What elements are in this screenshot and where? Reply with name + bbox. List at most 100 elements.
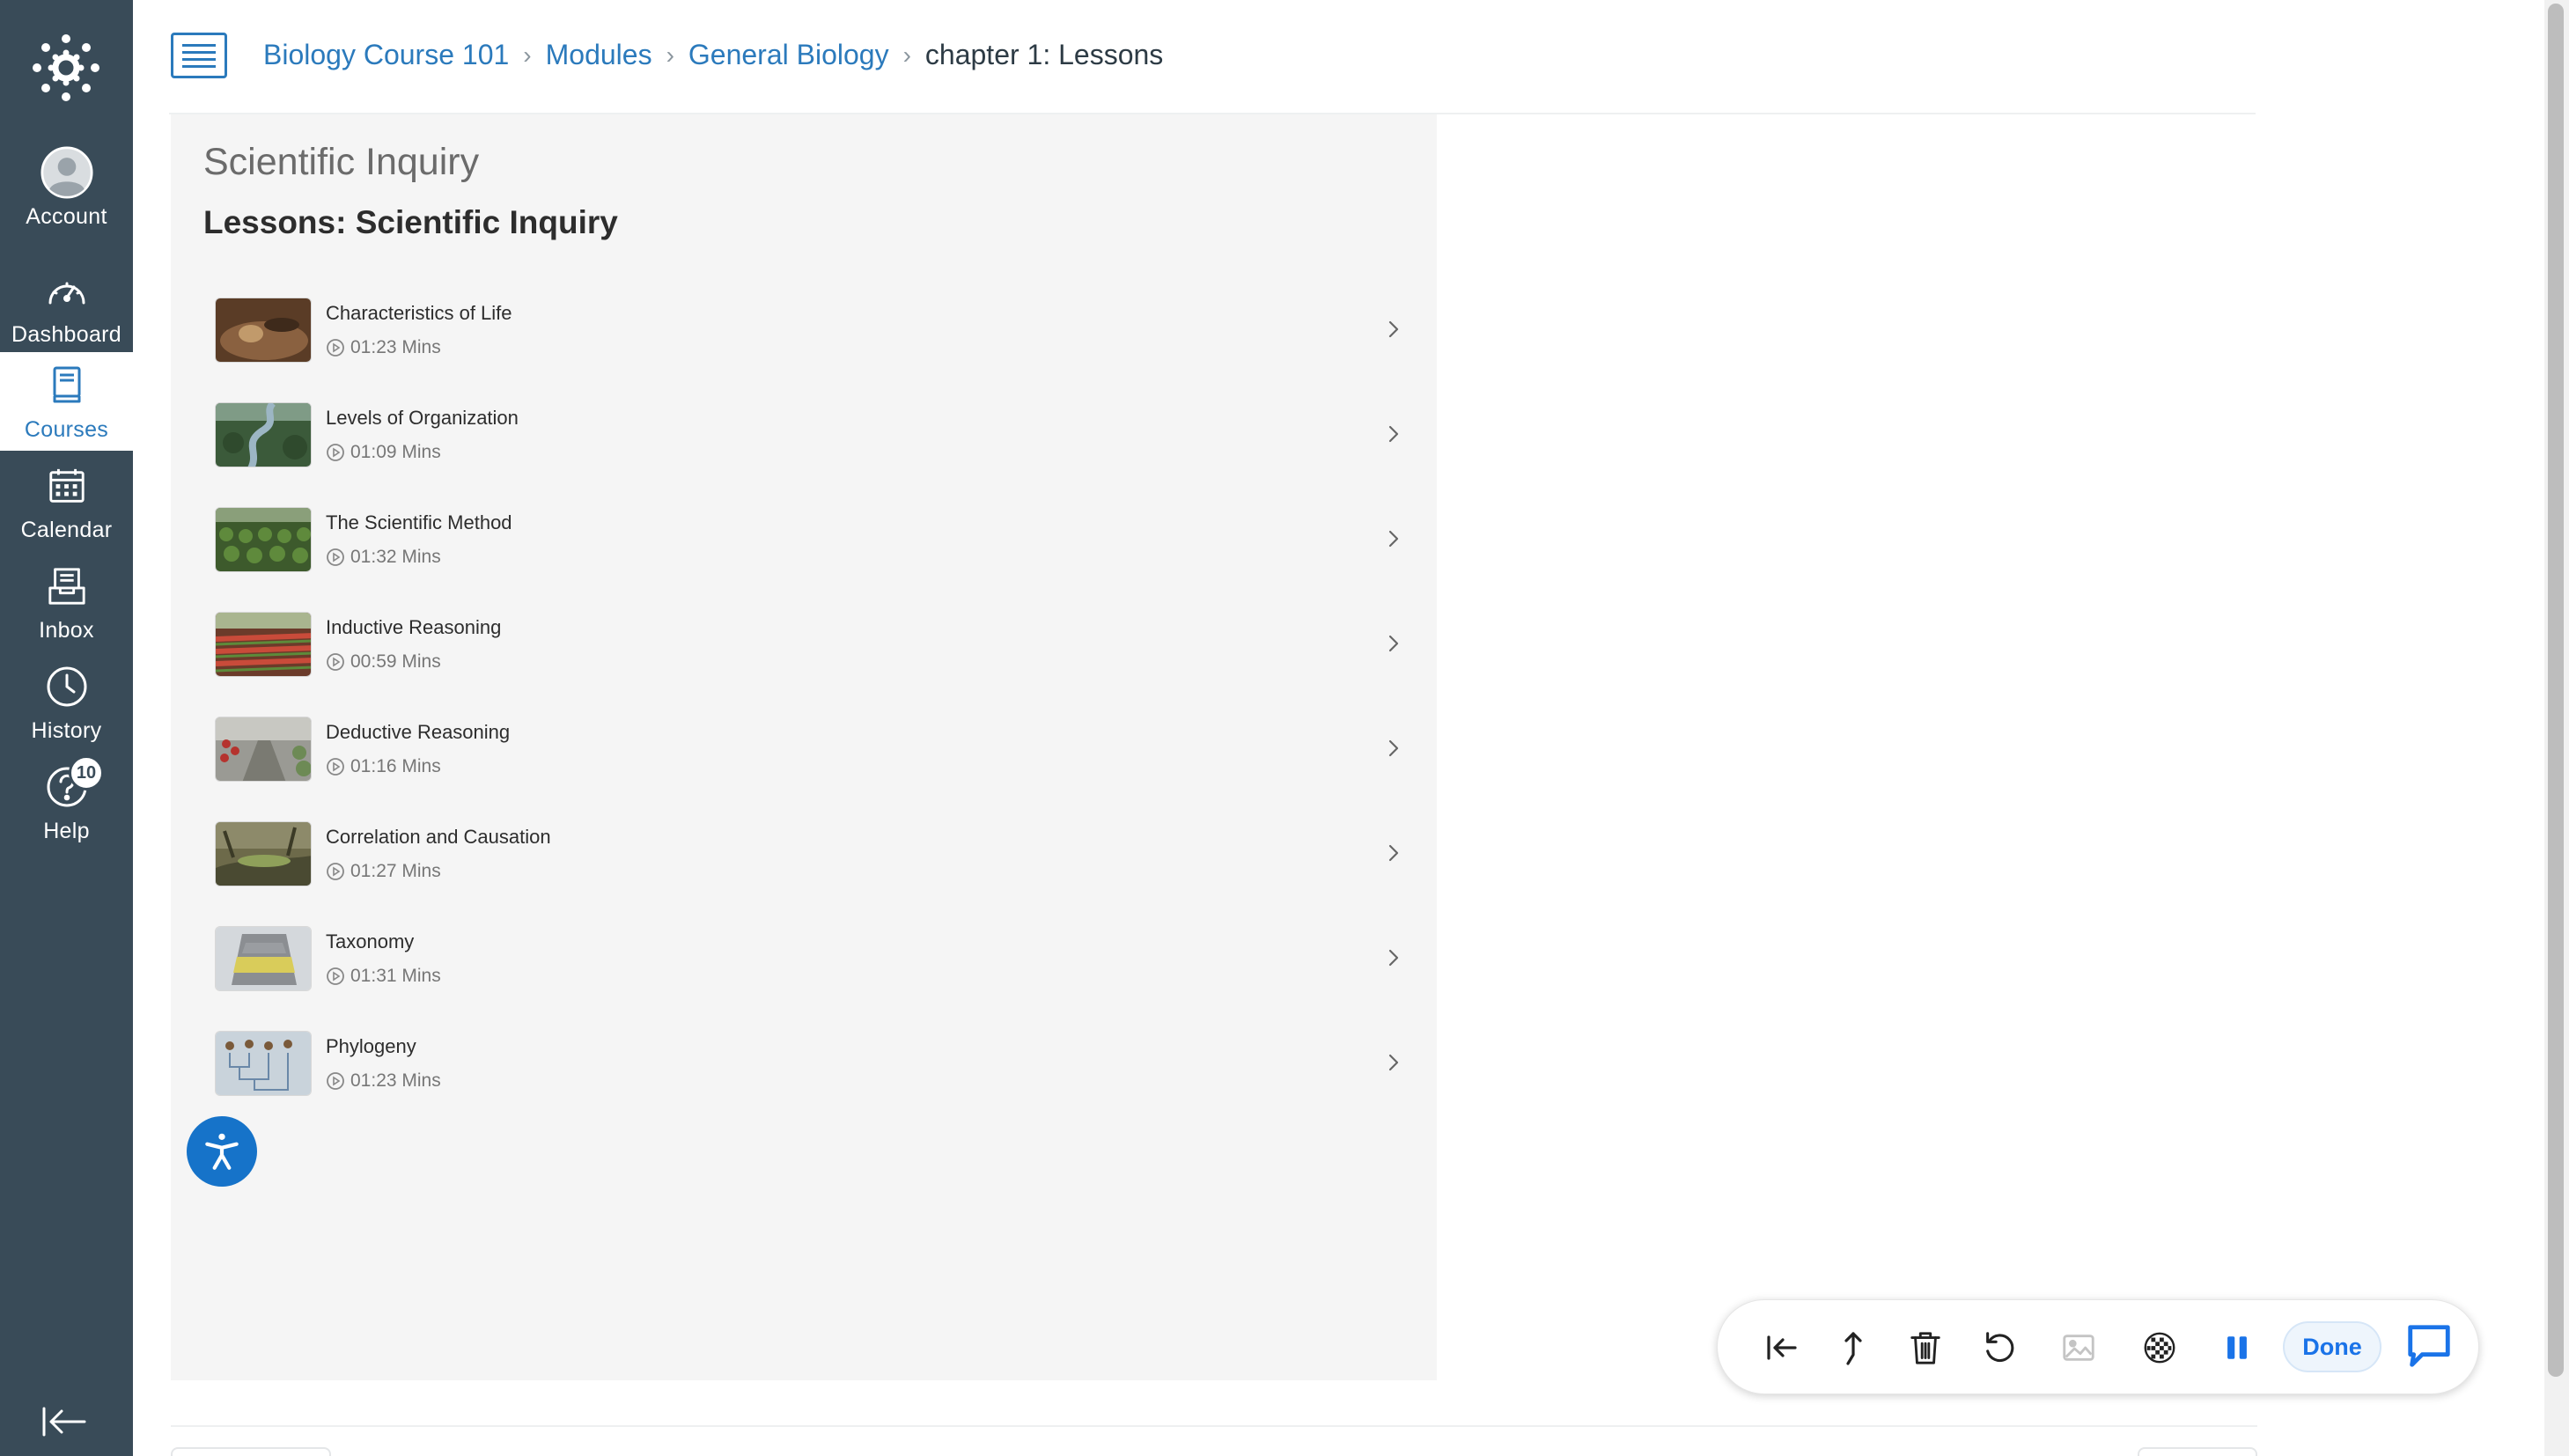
lesson-item[interactable]: Phylogeny 01:23 Mins <box>215 1011 1412 1115</box>
lesson-title: Levels of Organization <box>326 406 519 429</box>
breadcrumb-current: chapter 1: Lessons <box>924 39 1164 70</box>
pause-icon <box>2227 1336 2247 1359</box>
scrollbar-thumb[interactable] <box>2548 4 2564 1377</box>
restart-button[interactable] <box>1976 1325 2022 1371</box>
play-circle-icon <box>327 548 344 566</box>
previous-button-edge[interactable] <box>171 1447 331 1456</box>
chevron-right-icon <box>1388 425 1399 443</box>
page-subtitle: Lessons: Scientific Inquiry <box>203 204 618 240</box>
blur-button[interactable] <box>2137 1325 2183 1371</box>
done-button[interactable]: Done <box>2283 1321 2381 1372</box>
breadcrumb-modules[interactable]: Modules <box>546 39 652 71</box>
nav-label-dashboard: Dashboard <box>11 322 121 347</box>
dashboard-gauge-icon <box>40 264 93 317</box>
play-circle-icon <box>327 652 344 671</box>
lesson-thumbnail <box>215 1030 312 1096</box>
move-up-button[interactable] <box>1830 1325 1876 1371</box>
breadcrumb-separator-icon: › <box>666 40 674 69</box>
nav-item-account[interactable]: Account <box>0 139 133 238</box>
lessons-panel: Scientific Inquiry Lessons: Scientific I… <box>171 114 1437 1380</box>
lesson-duration-text: 01:27 Mins <box>350 860 441 881</box>
page-scrollbar[interactable] <box>2544 0 2569 1456</box>
lesson-duration-text: 01:16 Mins <box>350 755 441 776</box>
nav-item-history[interactable]: History <box>0 653 133 752</box>
nav-item-inbox[interactable]: Inbox <box>0 553 133 651</box>
app-root: Account Dashboard Courses Calendar Inbox… <box>0 0 2569 1456</box>
arrow-up-curve-icon <box>1844 1332 1862 1365</box>
accessibility-button[interactable] <box>187 1116 257 1187</box>
lesson-duration: 01:23 Mins <box>326 337 512 358</box>
nav-label-help: Help <box>43 819 90 843</box>
accessibility-person-icon <box>205 1133 239 1170</box>
lesson-title: Inductive Reasoning <box>326 615 502 638</box>
lesson-item[interactable]: Deductive Reasoning 01:16 Mins <box>215 696 1412 801</box>
breadcrumb-course[interactable]: Biology Course 101 <box>263 39 509 71</box>
courses-book-icon <box>40 359 93 412</box>
play-circle-icon <box>327 1071 344 1090</box>
image-icon <box>2063 1335 2094 1361</box>
help-notification-badge: 10 <box>69 755 104 791</box>
lesson-item[interactable]: Levels of Organization 01:09 Mins <box>215 382 1412 487</box>
play-circle-icon <box>327 862 344 880</box>
recording-toolbar: Done <box>1717 1299 2479 1394</box>
course-menu-toggle-button[interactable] <box>171 33 227 78</box>
nav-item-calendar[interactable]: Calendar <box>0 452 133 551</box>
nav-item-dashboard[interactable]: Dashboard <box>0 257 133 356</box>
screenshot-button[interactable] <box>2056 1325 2102 1371</box>
lesson-duration-text: 00:59 Mins <box>350 651 441 672</box>
page-header: Biology Course 101 › Modules › General B… <box>169 0 2256 114</box>
lesson-title: Phylogeny <box>326 1034 416 1057</box>
lesson-item[interactable]: The Scientific Method 01:32 Mins <box>215 487 1412 592</box>
trash-icon <box>1910 1332 1940 1364</box>
play-circle-icon <box>327 338 344 357</box>
collapse-nav-icon[interactable] <box>40 1403 90 1440</box>
lesson-thumbnail <box>215 506 312 572</box>
rewind-to-start-icon <box>1767 1335 1797 1360</box>
rewind-to-start-button[interactable] <box>1758 1325 1804 1371</box>
lesson-list: Characteristics of Life 01:23 Mins Level… <box>215 277 1412 1115</box>
nav-label-calendar: Calendar <box>20 518 113 542</box>
nav-item-courses[interactable]: Courses <box>0 352 133 451</box>
lesson-duration: 01:16 Mins <box>326 756 510 777</box>
lesson-title: Deductive Reasoning <box>326 720 511 743</box>
breadcrumb-separator-icon: › <box>523 40 532 69</box>
lesson-title: Correlation and Causation <box>326 825 551 848</box>
lesson-title: Taxonomy <box>326 930 415 952</box>
chevron-right-icon <box>1388 949 1399 967</box>
blur-checker-icon <box>2144 1332 2175 1364</box>
lesson-duration: 01:31 Mins <box>326 966 441 987</box>
lesson-item[interactable]: Correlation and Causation 01:27 Mins <box>215 801 1412 906</box>
lesson-item[interactable]: Characteristics of Life 01:23 Mins <box>215 277 1412 382</box>
lesson-duration: 01:32 Mins <box>326 547 512 568</box>
lesson-duration: 01:23 Mins <box>326 1070 441 1092</box>
lesson-duration: 01:27 Mins <box>326 861 551 882</box>
lesson-duration-text: 01:32 Mins <box>350 546 441 567</box>
lesson-title: Characteristics of Life <box>326 301 512 324</box>
lesson-duration: 01:09 Mins <box>326 442 519 463</box>
pause-button[interactable] <box>2214 1325 2260 1371</box>
lesson-title: The Scientific Method <box>326 511 512 533</box>
lesson-item[interactable]: Inductive Reasoning 00:59 Mins <box>215 592 1412 696</box>
footer-divider <box>171 1425 2257 1427</box>
nav-label-history: History <box>31 718 102 743</box>
page-title: Scientific Inquiry <box>203 141 480 183</box>
chevron-right-icon <box>1388 844 1399 862</box>
breadcrumb: Biology Course 101 › Modules › General B… <box>263 39 1163 71</box>
lesson-duration-text: 01:23 Mins <box>350 336 441 357</box>
lesson-duration-text: 01:09 Mins <box>350 441 441 462</box>
breadcrumb-module[interactable]: General Biology <box>688 39 889 71</box>
canvas-logo-icon[interactable] <box>32 33 100 102</box>
delete-button[interactable] <box>1903 1325 1948 1371</box>
global-navigation: Account Dashboard Courses Calendar Inbox… <box>0 0 133 1456</box>
lesson-thumbnail <box>215 611 312 677</box>
lesson-thumbnail <box>215 401 312 467</box>
chevron-right-icon <box>1388 530 1399 548</box>
lesson-thumbnail <box>215 820 312 886</box>
play-circle-icon <box>327 757 344 776</box>
next-button-edge[interactable] <box>2138 1447 2257 1456</box>
chat-button[interactable] <box>2403 1320 2455 1372</box>
play-circle-icon <box>327 443 344 461</box>
restart-arrow-icon <box>1986 1332 2014 1363</box>
lesson-item[interactable]: Taxonomy 01:31 Mins <box>215 906 1412 1011</box>
nav-item-help[interactable]: 10 Help <box>0 754 133 852</box>
